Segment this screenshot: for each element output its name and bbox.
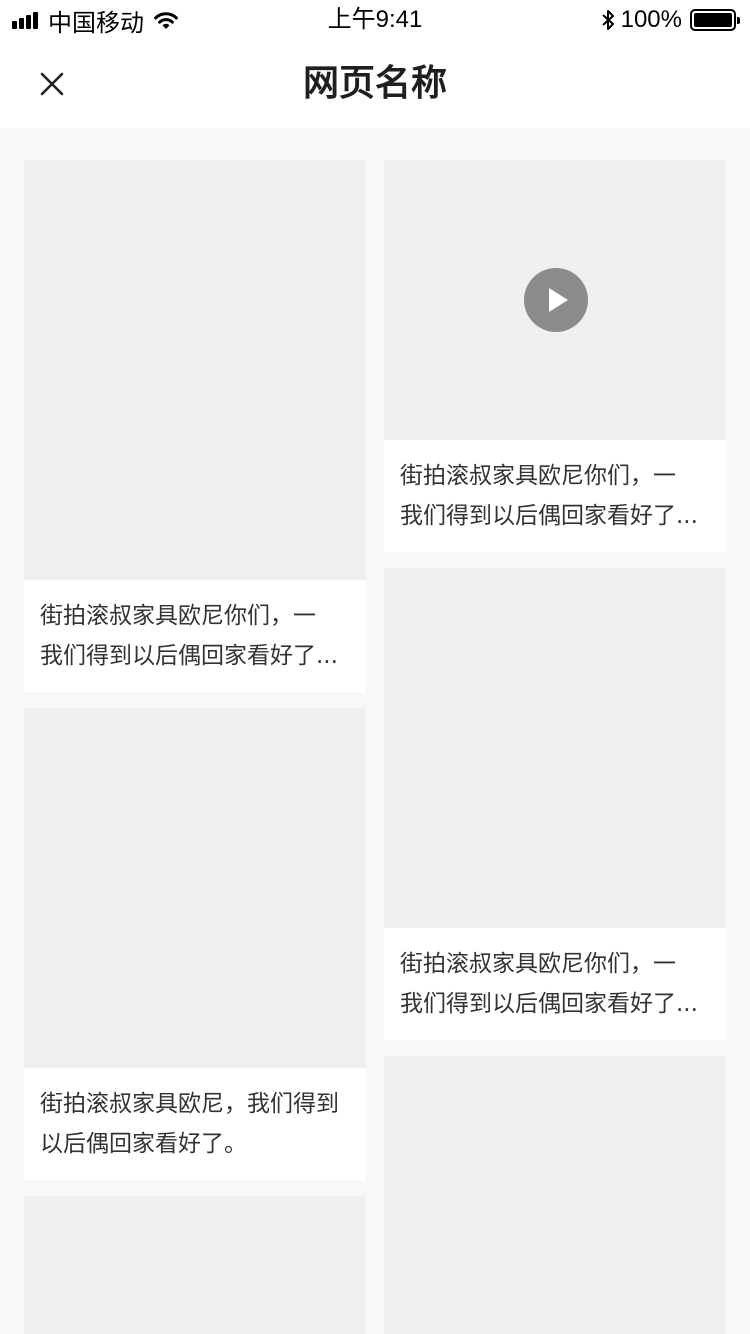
waterfall-feed: 街拍滚叔家具欧尼你们，一 我们得到以后偶回家看好了... 街拍滚叔家具欧尼，我们…	[0, 128, 750, 1334]
caption-line: 以后偶回家看好了。	[40, 1131, 247, 1157]
feed-card[interactable]	[24, 1196, 366, 1334]
card-caption: 街拍滚叔家具欧尼你们，一 我们得到以后偶回家看好了...	[24, 580, 366, 692]
close-button[interactable]	[30, 62, 74, 106]
battery-percent: 100%	[620, 6, 682, 33]
status-right: 100%	[601, 6, 740, 34]
card-image	[24, 160, 366, 580]
caption-line: 我们得到以后偶回家看好了...	[400, 503, 698, 529]
feed-card[interactable]: 街拍滚叔家具欧尼你们，一 我们得到以后偶回家看好了...	[24, 160, 366, 692]
card-image	[384, 1056, 726, 1334]
navigation-bar: 网页名称	[0, 40, 750, 128]
close-icon	[40, 72, 64, 96]
feed-card[interactable]: 街拍滚叔家具欧尼，我们得到 以后偶回家看好了。	[24, 708, 366, 1180]
battery-icon	[690, 9, 740, 31]
feed-card[interactable]: 街拍滚叔家具欧尼你们，一 我们得到以后偶回家看好了...	[384, 160, 726, 552]
caption-line: 街拍滚叔家具欧尼你们，一	[40, 603, 316, 629]
caption-line: 我们得到以后偶回家看好了...	[40, 643, 338, 669]
play-icon	[549, 288, 568, 312]
card-caption: 街拍滚叔家具欧尼，我们得到 以后偶回家看好了。	[24, 1068, 366, 1180]
card-caption: 街拍滚叔家具欧尼你们，一 我们得到以后偶回家看好了...	[384, 928, 726, 1040]
status-bar: 中国移动 上午9:41 100%	[0, 0, 750, 40]
feed-card[interactable]	[384, 1056, 726, 1334]
bluetooth-icon	[601, 10, 614, 30]
caption-line: 街拍滚叔家具欧尼你们，一	[400, 463, 676, 489]
caption-line: 街拍滚叔家具欧尼你们，一	[400, 951, 676, 977]
card-video-thumbnail	[384, 160, 726, 440]
page-title: 网页名称	[302, 63, 447, 104]
card-image	[24, 1196, 366, 1334]
card-image	[24, 708, 366, 1068]
feed-card[interactable]: 街拍滚叔家具欧尼你们，一 我们得到以后偶回家看好了...	[384, 568, 726, 1040]
card-image	[384, 568, 726, 928]
play-button[interactable]	[524, 268, 588, 332]
caption-line: 我们得到以后偶回家看好了...	[400, 991, 698, 1017]
caption-line: 街拍滚叔家具欧尼，我们得到	[40, 1091, 339, 1117]
card-caption: 街拍滚叔家具欧尼你们，一 我们得到以后偶回家看好了...	[384, 440, 726, 552]
